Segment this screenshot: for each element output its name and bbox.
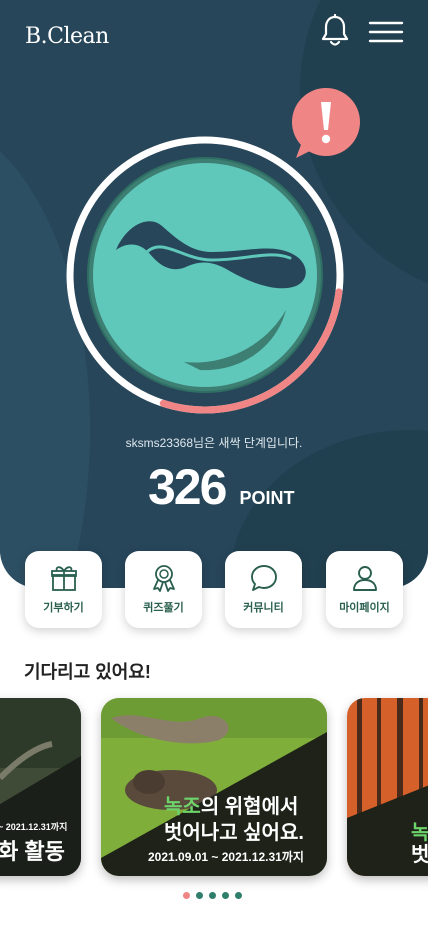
points-unit: POINT [239,488,295,508]
user-icon [352,566,377,591]
alert-icon[interactable] [288,88,362,160]
hamburger-menu-icon[interactable] [368,20,404,44]
quiz-button[interactable]: 퀴즈풀기 [125,551,202,628]
carousel-dot[interactable] [235,892,242,899]
status-message: sksms23368님은 새싹 단계입니다. [125,436,303,450]
card-title: 화 활동 [0,839,65,864]
points-display: 326 POINT [148,458,294,516]
campaign-card[interactable]: ~ 2021.12.31까지 화 활동 [0,698,81,876]
card-title: 벗 [411,844,428,866]
app-logo: B.Clean [25,24,109,49]
campaign-card[interactable]: 녹 벗 [347,698,428,876]
quick-label: 마이페이지 [339,602,390,614]
card-title-line2: 벗어나고 싶어요. [164,822,304,844]
campaign-card[interactable]: 녹조의 위협에서 벗어나고 싶어요. 2021.09.01 ~ 2021.12.… [101,698,327,876]
hero-section: B.Clean sksms23368님은 새싹 단계입니다. 326 POINT [0,0,428,588]
bell-icon[interactable] [319,14,351,48]
carousel-dot[interactable] [183,892,190,899]
mypage-button[interactable]: 마이페이지 [326,551,403,628]
card-title-accent: 녹조 [164,796,201,818]
level-gauge [66,136,344,414]
carousel-dot[interactable] [196,892,203,899]
quick-label: 기부하기 [43,602,84,614]
card-date: ~ 2021.12.31까지 [0,822,68,832]
carousel-indicator [183,892,242,899]
points-value: 326 [148,459,227,515]
community-button[interactable]: 커뮤니티 [225,551,302,628]
quick-label: 퀴즈풀기 [143,602,184,614]
card-date: 2021.09.01 ~ 2021.12.31까지 [148,850,304,864]
section-title: 기다리고 있어요! [24,662,151,682]
donate-button[interactable]: 기부하기 [25,551,102,628]
card-title-line1: 녹조의 위협에서 [164,790,298,819]
card-title-rest: 의 위협에서 [200,796,299,818]
chat-bubble-icon [250,565,277,591]
quick-label: 커뮤니티 [243,602,284,614]
gift-icon [50,566,77,591]
carousel-dot[interactable] [209,892,216,899]
award-ribbon-icon [152,565,175,592]
carousel-dot[interactable] [222,892,229,899]
